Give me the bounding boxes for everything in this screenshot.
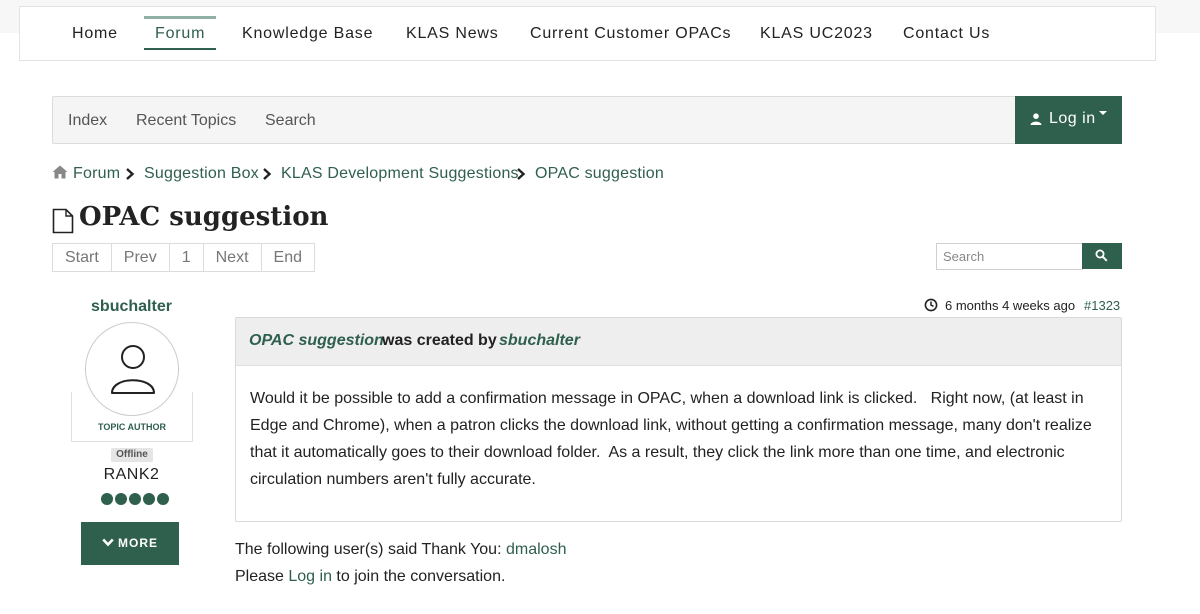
login-label: Log in <box>1049 110 1096 127</box>
nav-knowledge-base[interactable]: Knowledge Base <box>242 25 373 43</box>
pagination-start[interactable]: Start <box>52 243 112 272</box>
breadcrumb-suggestion-box[interactable]: Suggestion Box <box>144 165 259 183</box>
chevron-right-icon <box>517 168 526 180</box>
nav-contact-us[interactable]: Contact Us <box>903 25 990 43</box>
login-prompt-prefix: Please <box>235 568 284 585</box>
chevron-right-icon <box>126 168 135 180</box>
caret-down-icon <box>1099 111 1107 115</box>
subnav-recent-topics[interactable]: Recent Topics <box>136 112 236 130</box>
rank-dot <box>101 493 113 505</box>
search-icon <box>1095 249 1108 262</box>
search-button[interactable] <box>1082 243 1122 269</box>
active-indicator <box>144 16 216 19</box>
pagination-page-1[interactable]: 1 <box>168 243 204 272</box>
post-time: 6 months 4 weeks ago <box>945 298 1076 313</box>
nav-klas-uc2023[interactable]: KLAS UC2023 <box>760 25 873 43</box>
active-underline <box>144 48 216 50</box>
subnav-search[interactable]: Search <box>265 112 316 130</box>
author-name[interactable]: sbuchalter <box>0 298 263 316</box>
avatar[interactable] <box>85 322 179 416</box>
breadcrumb-klas-development[interactable]: KLAS Development Suggestions <box>281 165 519 183</box>
login-link[interactable]: Log in <box>288 568 332 585</box>
forum-subnav: Index Recent Topics Search Log in <box>52 96 1122 144</box>
chevron-right-icon <box>263 168 272 180</box>
author-link[interactable]: sbuchalter <box>499 332 580 350</box>
home-icon[interactable] <box>52 165 68 179</box>
rank-dot <box>143 493 155 505</box>
topic-author-label: TOPIC AUTHOR <box>97 422 166 432</box>
status-badge: Offline <box>111 448 153 462</box>
message-header: OPAC suggestion was created by sbuchalte… <box>236 318 1121 366</box>
pagination-prev[interactable]: Prev <box>110 243 170 272</box>
message-body: Would it be possible to add a confirmati… <box>250 390 1097 488</box>
document-icon <box>52 208 74 234</box>
thank-you-text: The following user(s) said Thank You: <box>235 541 502 558</box>
clock-icon <box>924 298 938 312</box>
search-input[interactable] <box>936 243 1083 270</box>
rank-dot <box>129 493 141 505</box>
pagination: Start Prev 1 Next End <box>52 243 315 272</box>
post-message: OPAC suggestion was created by sbuchalte… <box>235 317 1122 522</box>
more-label: MORE <box>118 536 158 550</box>
pagination-end[interactable]: End <box>260 243 315 272</box>
post-permalink[interactable]: #1323 <box>1084 298 1120 313</box>
nav-forum[interactable]: Forum <box>155 25 205 43</box>
nav-klas-news[interactable]: KLAS News <box>406 25 499 43</box>
breadcrumb-opac-suggestion[interactable]: OPAC suggestion <box>535 165 664 183</box>
main-navigation: Home Forum Knowledge Base KLAS News Curr… <box>19 6 1156 61</box>
more-button[interactable]: MORE <box>81 522 179 565</box>
thank-you-line: The following user(s) said Thank You: dm… <box>235 541 566 559</box>
chevron-down-icon <box>102 538 114 547</box>
nav-customer-opacs[interactable]: Current Customer OPACs <box>530 25 731 43</box>
subnav-index[interactable]: Index <box>68 112 107 130</box>
login-button[interactable]: Log in <box>1015 96 1122 144</box>
topic-link[interactable]: OPAC suggestion <box>249 332 384 350</box>
page-title: OPAC suggestion <box>79 202 329 232</box>
user-avatar-icon <box>111 345 155 394</box>
thank-you-user-link[interactable]: dmalosh <box>506 541 566 558</box>
rank-dot <box>115 493 127 505</box>
created-by-text: was created by <box>382 332 497 349</box>
login-prompt: Please Log in to join the conversation. <box>235 568 505 586</box>
login-prompt-suffix: to join the conversation. <box>336 568 506 585</box>
user-icon <box>1030 113 1042 125</box>
rank-dot <box>157 493 169 505</box>
rank-label: RANK2 <box>103 466 160 483</box>
breadcrumb-forum[interactable]: Forum <box>73 165 120 183</box>
rank-indicator <box>101 493 169 505</box>
pagination-next[interactable]: Next <box>202 243 262 272</box>
nav-home[interactable]: Home <box>72 25 118 43</box>
